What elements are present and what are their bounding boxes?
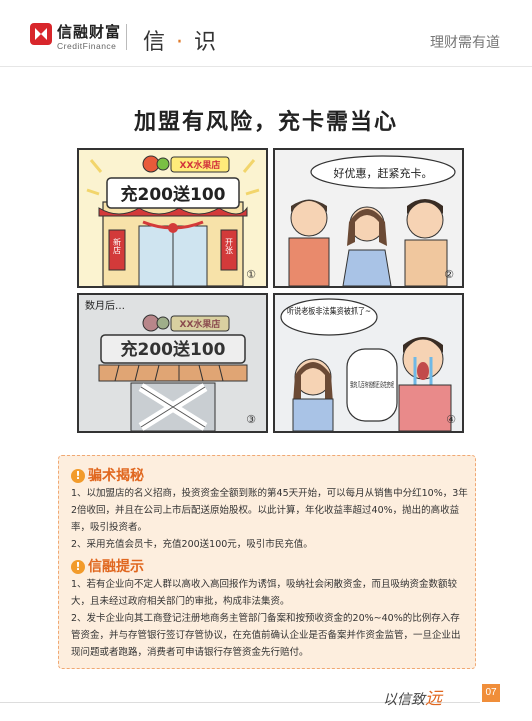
page-number: 07 [482, 684, 500, 702]
speech-text-panel-2: 好优惠，赶紧充卡。 [334, 166, 433, 180]
speech-text-panel-4b: 我的几百块钱都还没花完呢 [350, 380, 394, 389]
signature-accent: 远 [425, 689, 442, 709]
panel-number-3: ③ [246, 413, 256, 426]
section-title-1: 骗术揭秘 [88, 468, 144, 484]
section-body-1: 1、以加盟店的名义招商，投资资金全额到账的第45天开始，可以每月从销售中分红10… [71, 485, 469, 553]
section-heading-tips: ! 信融提示 [71, 556, 144, 576]
comic-panel-3: 数月后… XX水果店 充200送100 ③ [77, 293, 268, 433]
column-title: 信 · 识 [143, 24, 218, 56]
header-slogan: 理财需有道 [430, 35, 500, 51]
section-body-2: 1、若有企业向不定人群以高收入高回报作为诱饵，吸纳社会闲散资金，而且吸纳资金数额… [71, 576, 469, 661]
exclamation-icon: ! [71, 560, 85, 574]
couplet-right: 开张 [225, 238, 234, 255]
store-sign-text-2: XX水果店 [180, 318, 221, 330]
promo-banner-text: 充200送100 [121, 184, 226, 205]
panel-number-2: ② [444, 268, 454, 281]
credit-finance-logo-icon [30, 23, 52, 45]
panel-number-4: ④ [446, 413, 456, 426]
paragraph: 1、以加盟店的名义招商，投资资金全额到账的第45天开始，可以每月从销售中分红10… [71, 488, 468, 533]
panel-3-caption: 数月后… [85, 299, 125, 312]
header-rule [0, 66, 532, 67]
footer-signature: 以信致远 [383, 684, 442, 709]
column-title-part-a: 信 [143, 30, 168, 55]
page-header: 信融财富 CreditFinance 信 · 识 理财需有道 [0, 0, 532, 66]
section-title-2: 信融提示 [88, 559, 144, 575]
paragraph: 1、若有企业向不定人群以高收入高回报作为诱饵，吸纳社会闲散资金，而且吸纳资金数额… [71, 579, 458, 607]
comic-panel-4: 听说老板非法集资被抓了~ 我的几百块钱都还没花完呢 ④ [273, 293, 464, 433]
paragraph: 2、发卡企业向其工商登记注册地商务主管部门备案和按预收资金的20%~40%的比例… [71, 613, 461, 658]
section-heading-scam-revealed: ! 骗术揭秘 [71, 465, 144, 485]
column-title-part-b: 识 [194, 30, 219, 55]
column-title-dot: · [176, 30, 186, 55]
store-sign-text: XX水果店 [180, 159, 221, 171]
panel-number-1: ① [246, 268, 256, 281]
speech-text-panel-4a: 听说老板非法集资被抓了~ [287, 306, 371, 317]
comic-panel-1: 充200送100 XX水果店 新店 开张 ① [77, 148, 268, 288]
tips-box: ! 骗术揭秘 1、以加盟店的名义招商，投资资金全额到账的第45天开始，可以每月从销… [58, 455, 476, 669]
header-divider [126, 24, 127, 50]
signature-text: 以信致 [383, 692, 425, 708]
brand-name: 信融财富 [57, 23, 122, 41]
comic-title: 加盟有风险，充卡需当心 [133, 110, 398, 135]
brand-name-english: CreditFinance [57, 41, 117, 51]
paragraph: 2、采用充值会员卡，充值200送100元，吸引市民充值。 [71, 539, 313, 550]
exclamation-icon: ! [71, 469, 85, 483]
couplet-left: 新店 [113, 237, 122, 255]
comic-panel-2: 好优惠，赶紧充卡。 ② [273, 148, 464, 288]
promo-banner-text-2: 充200送100 [121, 339, 226, 360]
